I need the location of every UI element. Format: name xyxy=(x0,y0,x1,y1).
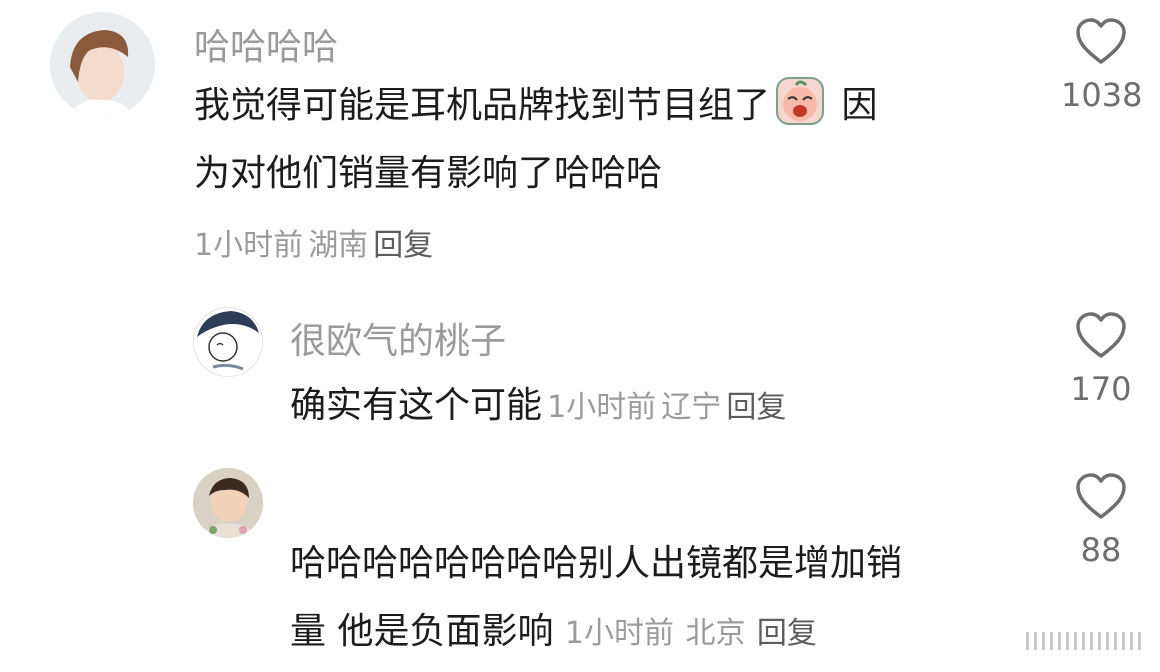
crying-face-emoji-icon xyxy=(776,77,825,125)
heart-outline-icon xyxy=(1076,18,1126,64)
comment-text-line: 我觉得可能是耳机品牌找到节目组了 xyxy=(194,85,771,126)
comment-text: 我觉得可能是耳机品牌找到节目组了 因 为对他们销量有影响了哈哈哈 xyxy=(194,72,877,208)
like-button[interactable]: 88 xyxy=(1061,473,1141,569)
comment-text-line: 量 他是负面影响 xyxy=(290,611,554,652)
like-button[interactable]: 1038 xyxy=(1061,18,1143,114)
heart-outline-icon xyxy=(1076,473,1126,519)
reply-button[interactable]: 回复 xyxy=(726,390,786,425)
like-button[interactable]: 170 xyxy=(1061,312,1141,408)
comment-text: 确实有这个可能 xyxy=(290,385,543,426)
avatar[interactable] xyxy=(193,307,263,377)
username[interactable]: 很欧气的桃子 xyxy=(290,312,506,364)
reply-button[interactable]: 回复 xyxy=(757,616,817,651)
comment-text-line: 哈哈哈哈哈哈哈哈别人出镜都是增加销 xyxy=(290,543,903,584)
like-count: 88 xyxy=(1080,531,1122,569)
timestamp: 1小时前 xyxy=(194,228,304,263)
like-count: 1038 xyxy=(1061,76,1143,114)
comment-text-line: 因 xyxy=(830,85,878,126)
like-count: 170 xyxy=(1070,370,1132,408)
comment-line: 确实有这个可能 1小时前 辽宁 回复 xyxy=(290,376,786,428)
avatar[interactable] xyxy=(193,468,263,538)
comment-meta: 1小时前 湖南 回复 xyxy=(194,220,433,264)
heart-outline-icon xyxy=(1076,312,1126,358)
timestamp: 1小时前 xyxy=(564,616,674,651)
location: 辽宁 xyxy=(661,390,722,425)
reply-button[interactable]: 回复 xyxy=(373,228,433,263)
username[interactable]: 哈哈哈哈 xyxy=(194,18,338,70)
comment-text-line: 为对他们销量有影响了哈哈哈 xyxy=(194,153,663,194)
avatar[interactable] xyxy=(50,12,155,117)
location: 湖南 xyxy=(308,228,369,263)
timestamp: 1小时前 xyxy=(547,390,657,425)
watermark xyxy=(1026,628,1146,658)
comment-text: 哈哈哈哈哈哈哈哈别人出镜都是增加销 量 他是负面影响 1小时前 北京 回复 xyxy=(290,530,902,668)
location: 北京 xyxy=(685,616,746,651)
